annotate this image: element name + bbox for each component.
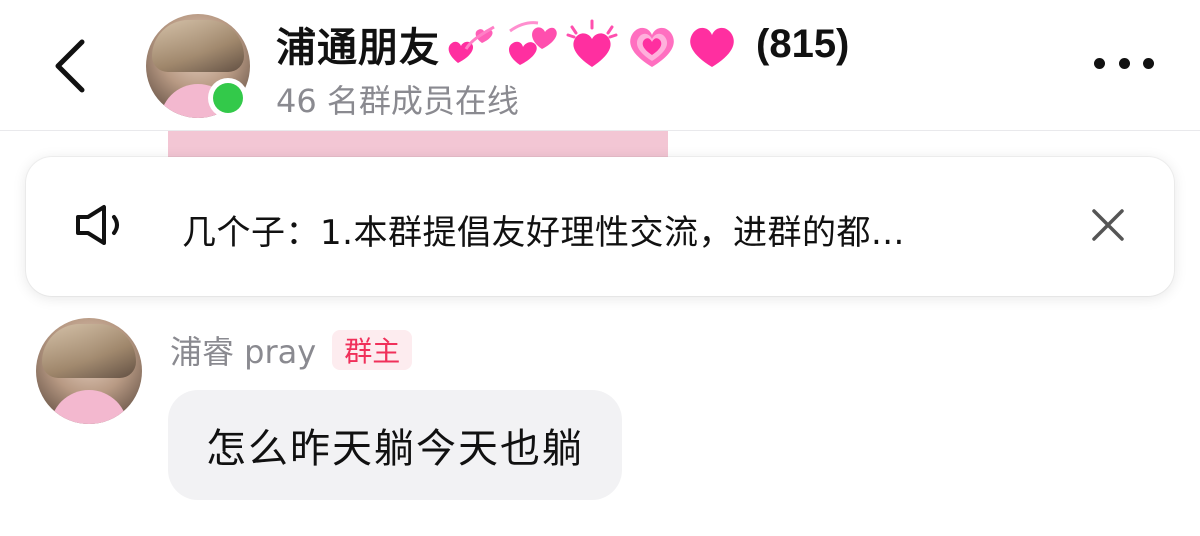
revolving-hearts-icon [448,25,495,63]
group-announcement-banner[interactable]: 几个子：1.本群提倡友好理性交流，进群的都... [26,157,1174,296]
pink-heart-icon [690,27,734,67]
two-hearts-icon [508,21,557,65]
group-title-row[interactable]: 浦通朋友 (815) [276,16,849,72]
title-emoji-group [442,19,742,69]
sparkling-heart-icon [566,19,618,67]
close-icon[interactable] [1090,207,1126,243]
online-members-text: 46 名群成员在线 [276,82,519,120]
dot-icon [1118,58,1130,69]
growing-heart-icon [630,27,674,67]
speaker-icon [76,205,119,245]
sender-name[interactable]: 浦睿 pray [170,327,316,373]
dot-icon [1143,58,1154,69]
chat-header: 浦通朋友 (815) 46 名群成员在线 [0,0,1200,131]
message-bubble[interactable]: 怎么昨天躺今天也躺 [168,390,622,500]
dot-icon [1094,58,1105,69]
owner-badge: 群主 [332,330,413,370]
chevron-left-icon [55,39,85,93]
online-status-indicator [208,78,248,118]
announcement-text: 几个子：1.本群提倡友好理性交流，进群的都... [182,213,905,253]
back-button[interactable] [48,38,92,94]
member-count: (815) [756,21,850,66]
sender-avatar[interactable] [36,318,142,424]
more-options-button[interactable] [1094,58,1154,74]
group-title: 浦通朋友 [276,25,440,71]
message-sender-row: 浦睿 pray 群主 [170,327,413,373]
